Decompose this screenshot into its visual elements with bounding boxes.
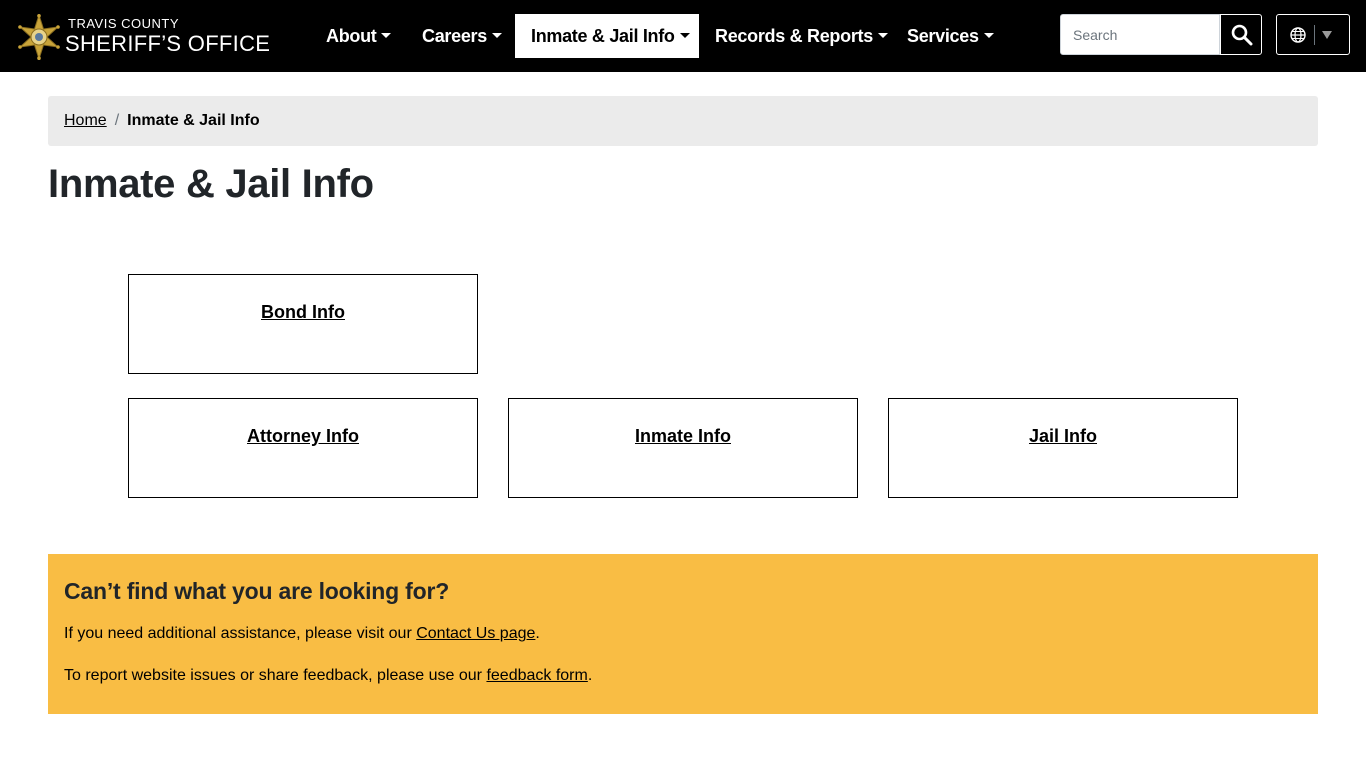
- logo-county-text: TRAVIS COUNTY: [68, 16, 179, 31]
- caret-down-icon: [877, 33, 888, 38]
- nav-services-label: Services: [907, 26, 979, 46]
- help-feedback-suffix: .: [587, 667, 593, 684]
- site-header: TRAVIS COUNTY SHERIFF’S OFFICE About Car…: [0, 0, 1366, 72]
- globe-icon: [1290, 27, 1306, 43]
- caret-down-icon: [381, 33, 392, 38]
- card-jail-info: Jail Info: [888, 398, 1238, 498]
- nav-careers-label: Careers: [422, 26, 487, 46]
- language-selector-button[interactable]: [1276, 14, 1350, 55]
- logo-office-text: SHERIFF’S OFFICE: [65, 31, 271, 56]
- jail-info-link[interactable]: Jail Info: [1029, 426, 1097, 447]
- nav-careers[interactable]: Careers: [422, 14, 502, 58]
- nav-records-reports[interactable]: Records & Reports: [715, 14, 888, 58]
- nav-about[interactable]: About: [326, 14, 392, 58]
- sheriff-star-badge-icon: [18, 14, 60, 60]
- breadcrumb: Home / Inmate & Jail Info: [48, 96, 1318, 146]
- attorney-info-link[interactable]: Attorney Info: [247, 426, 359, 447]
- nav-about-label: About: [326, 26, 377, 46]
- language-divider: [1314, 25, 1315, 45]
- help-heading: Can’t find what you are looking for?: [64, 578, 450, 604]
- bond-info-link[interactable]: Bond Info: [261, 302, 345, 323]
- nav-inmate-jail-info[interactable]: Inmate & Jail Info: [515, 14, 699, 58]
- breadcrumb-home-link[interactable]: Home: [64, 112, 107, 129]
- nav-services[interactable]: Services: [907, 14, 994, 58]
- breadcrumb-divider: /: [114, 112, 120, 129]
- help-feedback-prefix: To report website issues or share feedba…: [64, 667, 487, 684]
- nav-inmate-jail-info-label: Inmate & Jail Info: [531, 26, 675, 46]
- search-icon: [1231, 24, 1253, 46]
- help-contact-text: If you need additional assistance, pleas…: [64, 625, 540, 643]
- contact-us-link[interactable]: Contact Us page: [416, 625, 535, 642]
- caret-down-icon: [491, 33, 502, 38]
- help-contact-prefix: If you need additional assistance, pleas…: [64, 625, 417, 642]
- breadcrumb-current: Inmate & Jail Info: [127, 112, 260, 129]
- site-logo-link[interactable]: TRAVIS COUNTY SHERIFF’S OFFICE: [16, 12, 276, 62]
- search-input[interactable]: [1060, 14, 1220, 55]
- triangle-down-icon: [1322, 31, 1332, 39]
- caret-down-icon: [983, 33, 994, 38]
- page-title: Inmate & Jail Info: [48, 162, 374, 206]
- help-feedback-text: To report website issues or share feedba…: [64, 667, 592, 685]
- card-bond-info: Bond Info: [128, 274, 478, 374]
- help-callout: Can’t find what you are looking for? If …: [48, 554, 1318, 714]
- search-button[interactable]: [1220, 14, 1262, 55]
- feedback-form-link[interactable]: feedback form: [486, 667, 587, 684]
- card-attorney-info: Attorney Info: [128, 398, 478, 498]
- help-contact-suffix: .: [535, 625, 540, 642]
- inmate-info-link[interactable]: Inmate Info: [635, 426, 731, 447]
- nav-records-reports-label: Records & Reports: [715, 26, 873, 46]
- card-inmate-info: Inmate Info: [508, 398, 858, 498]
- caret-down-icon: [679, 33, 690, 38]
